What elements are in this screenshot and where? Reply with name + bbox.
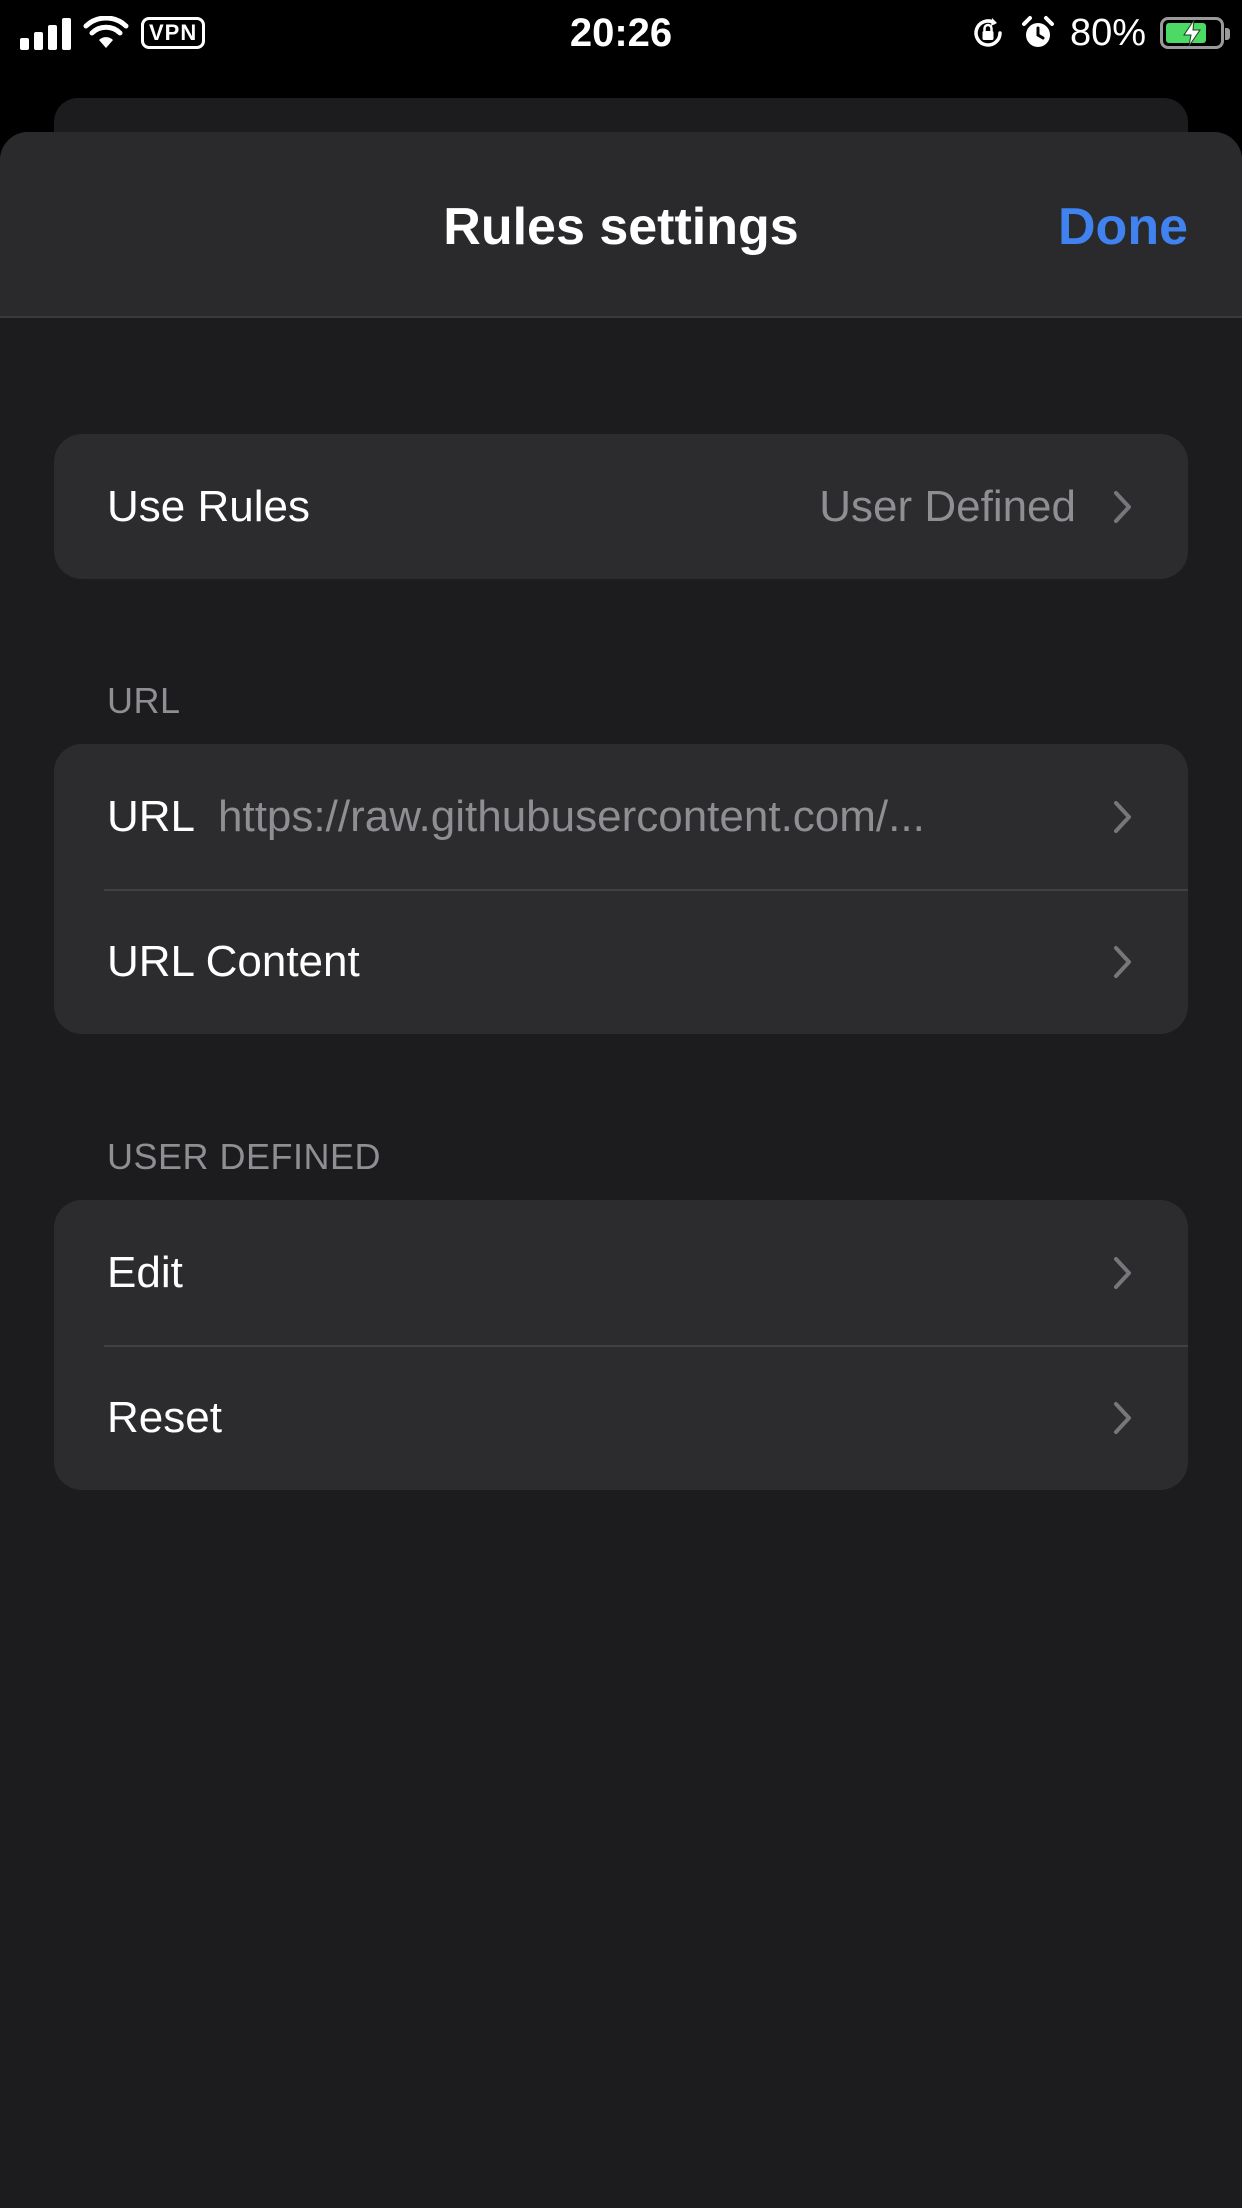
orientation-lock-icon (974, 18, 1002, 47)
user-defined-section-header: USER DEFINED (107, 1136, 382, 1177)
chevron-right-icon (1114, 945, 1131, 978)
chevron-right-icon (1114, 490, 1131, 523)
status-right: 80% (970, 10, 1230, 56)
reset-label: Reset (107, 1392, 222, 1442)
user-defined-group: Edit Reset (54, 1200, 1188, 1490)
use-rules-row[interactable]: Use Rules User Defined (54, 434, 1188, 579)
use-rules-group: Use Rules User Defined (54, 434, 1188, 579)
reset-row[interactable]: Reset (54, 1345, 1188, 1490)
battery-charging-icon (1160, 17, 1230, 49)
chevron-right-icon (1114, 800, 1131, 833)
chevron-right-icon (1114, 1256, 1131, 1289)
url-value: https://raw.githubusercontent.com/... (218, 791, 925, 841)
url-row[interactable]: URL https://raw.githubusercontent.com/..… (54, 744, 1188, 889)
url-content-label: URL Content (107, 936, 360, 986)
chevron-right-icon (1114, 1401, 1131, 1434)
page-title: Rules settings (443, 198, 799, 256)
use-rules-value: User Defined (819, 481, 1076, 531)
alarm-icon (1021, 16, 1054, 47)
done-button[interactable]: Done (1058, 192, 1188, 262)
edit-row[interactable]: Edit (54, 1200, 1188, 1345)
url-group: URL https://raw.githubusercontent.com/..… (54, 744, 1188, 1034)
use-rules-label: Use Rules (107, 481, 310, 531)
bolt-icon (1183, 20, 1201, 46)
battery-nub (1225, 28, 1230, 40)
url-label: URL (107, 791, 196, 841)
status-bar: VPN 20:26 80% (0, 0, 1242, 66)
url-content-row[interactable]: URL Content (54, 889, 1188, 1034)
battery-percent: 80% (1069, 12, 1146, 54)
edit-label: Edit (107, 1247, 183, 1297)
rules-settings-sheet: Rules settings Done Use Rules User Defin… (0, 132, 1242, 2208)
url-section-header: URL (107, 680, 181, 721)
navigation-bar: Rules settings Done (0, 132, 1242, 318)
